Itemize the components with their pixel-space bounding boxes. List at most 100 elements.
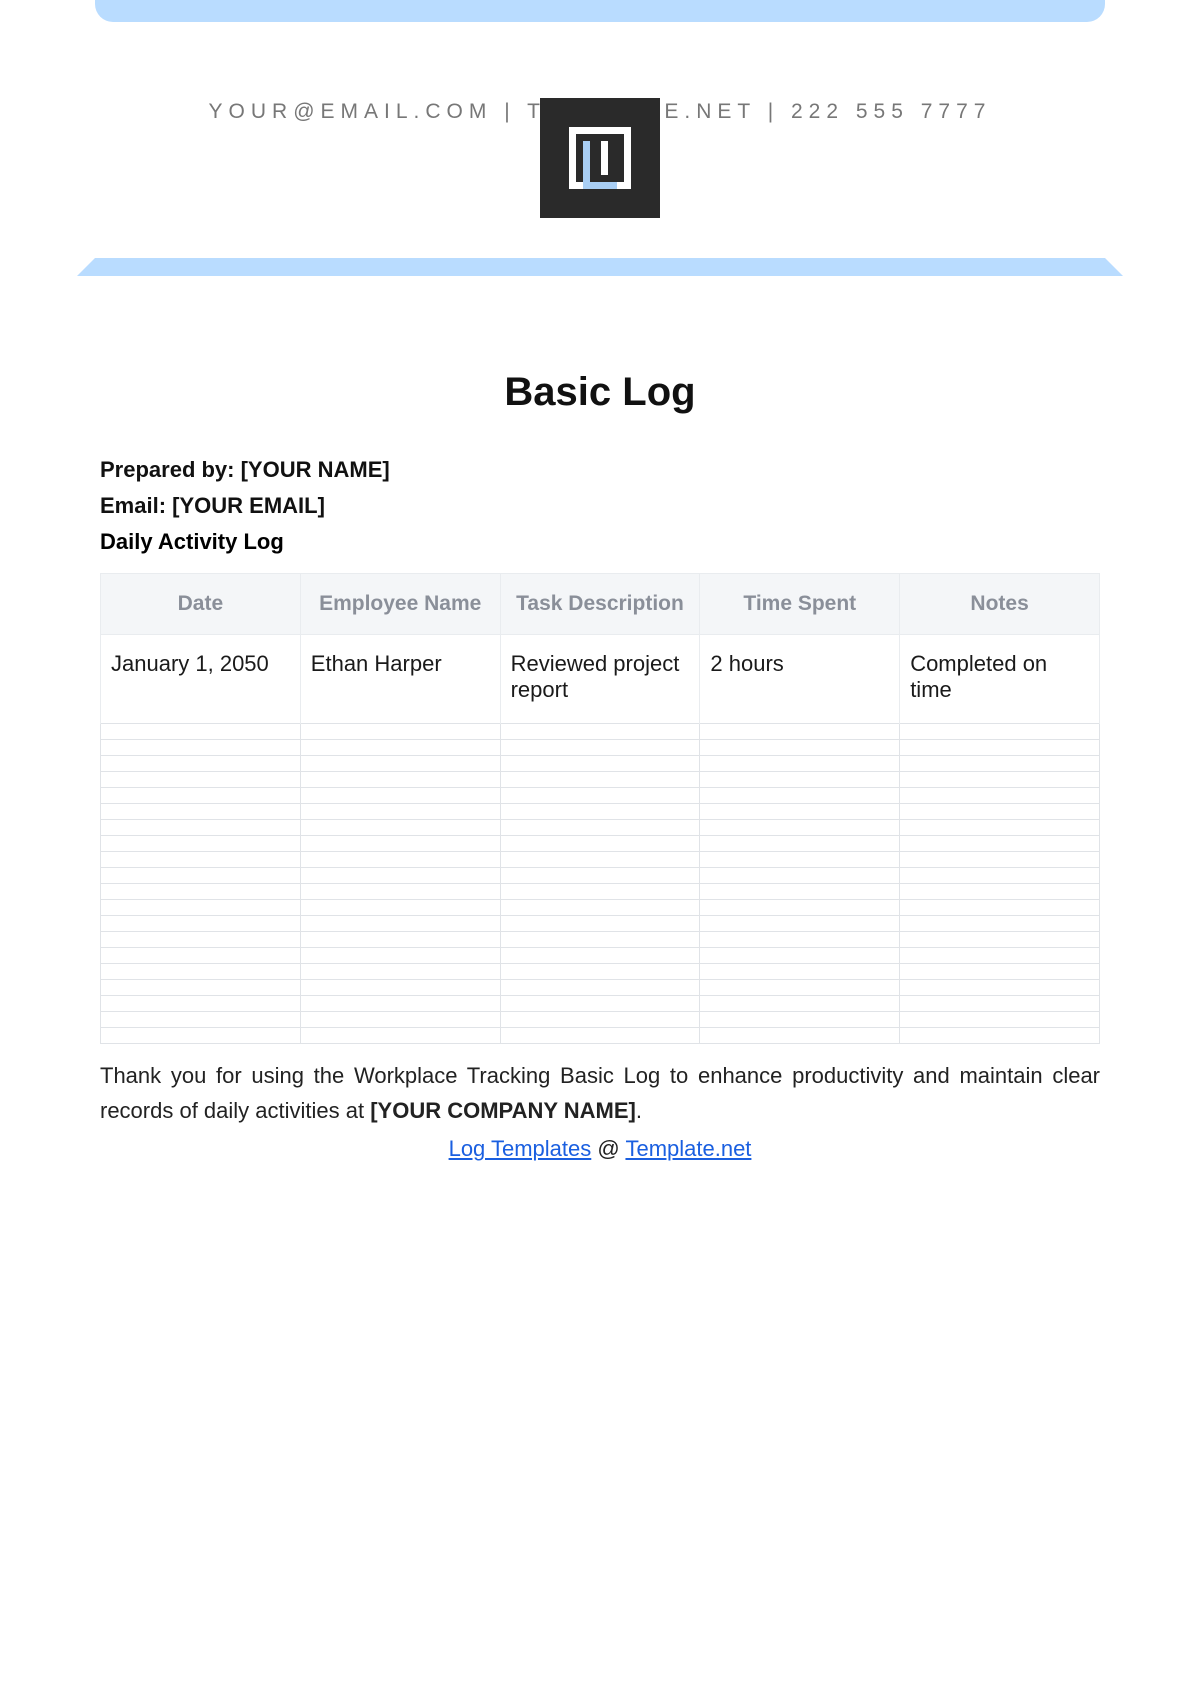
empty-cell — [900, 724, 1100, 740]
empty-cell — [500, 996, 700, 1012]
logo-icon — [540, 98, 660, 218]
empty-cell — [900, 788, 1100, 804]
col-time: Time Spent — [700, 574, 900, 635]
footer-after: . — [636, 1098, 642, 1123]
empty-cell — [700, 948, 900, 964]
document-body: Basic Log Prepared by: [YOUR NAME] Email… — [100, 370, 1100, 1162]
empty-cell — [700, 1028, 900, 1044]
empty-cell — [900, 932, 1100, 948]
prepared-by-line: Prepared by: [YOUR NAME] — [100, 457, 1100, 483]
empty-cell — [900, 948, 1100, 964]
table-row — [101, 836, 1100, 852]
link-log-templates[interactable]: Log Templates — [449, 1136, 592, 1161]
activity-log-table: Date Employee Name Task Description Time… — [100, 573, 1100, 1044]
footer-company: [YOUR COMPANY NAME] — [370, 1098, 636, 1123]
table-row — [101, 964, 1100, 980]
empty-cell — [700, 900, 900, 916]
empty-cell — [700, 788, 900, 804]
empty-cell — [900, 980, 1100, 996]
empty-cell — [500, 932, 700, 948]
empty-cell — [500, 756, 700, 772]
empty-cell — [300, 740, 500, 756]
table-row — [101, 884, 1100, 900]
empty-cell — [300, 836, 500, 852]
empty-cell — [700, 916, 900, 932]
table-row — [101, 1028, 1100, 1044]
empty-cell — [500, 740, 700, 756]
empty-cell — [300, 756, 500, 772]
empty-cell — [101, 868, 301, 884]
empty-cell — [700, 820, 900, 836]
link-template-net[interactable]: Template.net — [625, 1136, 751, 1161]
empty-cell — [101, 932, 301, 948]
empty-cell — [900, 836, 1100, 852]
empty-cell — [101, 852, 301, 868]
empty-cell — [101, 916, 301, 932]
empty-cell — [900, 884, 1100, 900]
empty-cell — [300, 724, 500, 740]
empty-cell — [500, 884, 700, 900]
table-row — [101, 756, 1100, 772]
empty-cell — [300, 980, 500, 996]
table-row — [101, 980, 1100, 996]
empty-cell — [300, 820, 500, 836]
empty-cell — [300, 852, 500, 868]
empty-cell — [300, 1012, 500, 1028]
empty-cell — [101, 740, 301, 756]
empty-cell — [300, 948, 500, 964]
empty-cell — [101, 900, 301, 916]
empty-cell — [101, 724, 301, 740]
empty-cell — [700, 836, 900, 852]
table-row — [101, 740, 1100, 756]
empty-cell — [900, 740, 1100, 756]
empty-cell — [700, 852, 900, 868]
empty-cell — [101, 1012, 301, 1028]
empty-cell — [700, 772, 900, 788]
empty-cell — [700, 1012, 900, 1028]
table-row: January 1, 2050 Ethan Harper Reviewed pr… — [101, 635, 1100, 724]
prepared-value: [YOUR NAME] — [241, 457, 390, 482]
col-notes: Notes — [900, 574, 1100, 635]
top-accent-bar — [95, 0, 1105, 22]
empty-cell — [900, 996, 1100, 1012]
empty-cell — [500, 788, 700, 804]
table-row — [101, 948, 1100, 964]
divider-bar — [95, 258, 1105, 276]
empty-cell — [500, 724, 700, 740]
credit-line: Log Templates @ Template.net — [100, 1136, 1100, 1162]
empty-cell — [101, 884, 301, 900]
empty-cell — [700, 724, 900, 740]
empty-cell — [900, 868, 1100, 884]
empty-cell — [101, 964, 301, 980]
empty-cell — [700, 804, 900, 820]
empty-cell — [101, 836, 301, 852]
empty-cell — [101, 996, 301, 1012]
empty-cell — [900, 852, 1100, 868]
empty-cell — [101, 788, 301, 804]
empty-cell — [700, 884, 900, 900]
empty-cell — [700, 868, 900, 884]
table-header-row: Date Employee Name Task Description Time… — [101, 574, 1100, 635]
empty-cell — [700, 756, 900, 772]
table-row — [101, 724, 1100, 740]
col-employee: Employee Name — [300, 574, 500, 635]
cell-date: January 1, 2050 — [101, 635, 301, 724]
empty-cell — [101, 756, 301, 772]
empty-cell — [700, 932, 900, 948]
empty-cell — [500, 948, 700, 964]
col-date: Date — [101, 574, 301, 635]
empty-cell — [500, 980, 700, 996]
table-row — [101, 772, 1100, 788]
empty-cell — [900, 900, 1100, 916]
empty-cell — [900, 964, 1100, 980]
email-line: Email: [YOUR EMAIL] — [100, 493, 1100, 519]
empty-cell — [700, 964, 900, 980]
empty-cell — [900, 820, 1100, 836]
section-title: Daily Activity Log — [100, 529, 1100, 555]
col-task: Task Description — [500, 574, 700, 635]
email-label: Email: — [100, 493, 172, 518]
empty-cell — [900, 1012, 1100, 1028]
empty-cell — [500, 964, 700, 980]
empty-cell — [300, 868, 500, 884]
empty-cell — [300, 1028, 500, 1044]
